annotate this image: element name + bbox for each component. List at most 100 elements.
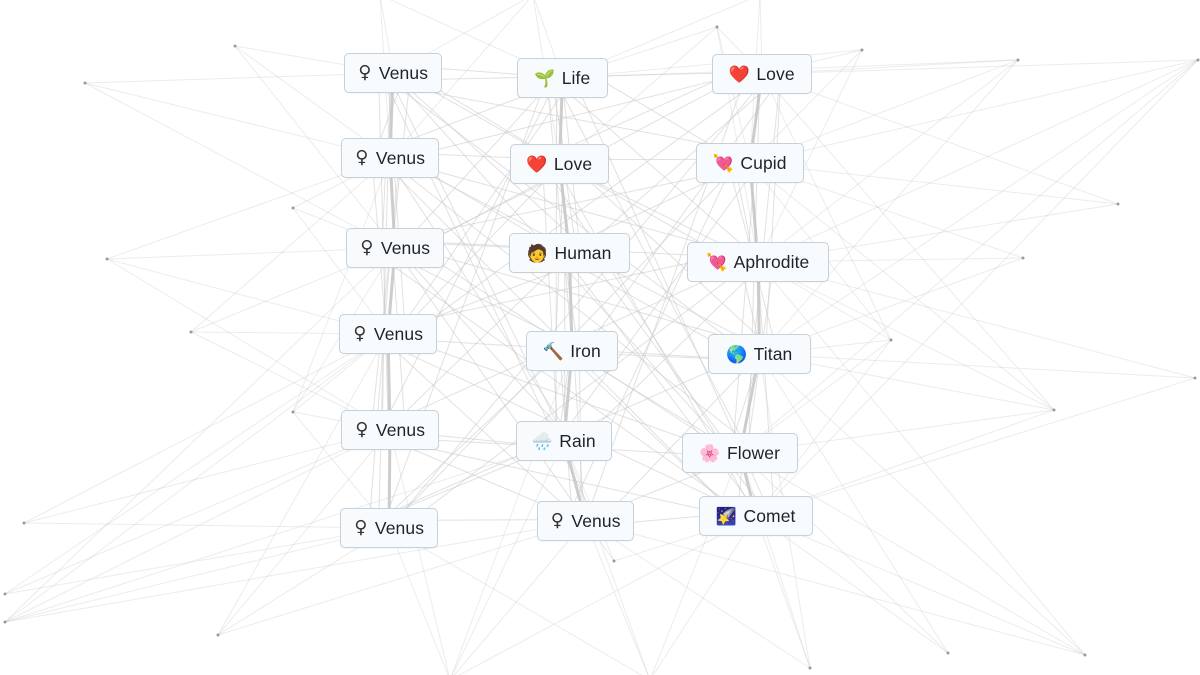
tile-label: Human <box>554 242 612 263</box>
graph-edge <box>4 333 389 595</box>
graph-edge <box>757 261 1086 656</box>
cherry-blossom-icon: 🌸 <box>699 443 721 463</box>
tile-label: Rain <box>559 430 596 451</box>
venus-symbol-icon: ♀ <box>360 237 374 258</box>
graph-node-dot <box>1083 653 1087 657</box>
tile-venus[interactable]: ♀ Venus <box>341 138 439 178</box>
graph-node-dot <box>189 330 193 334</box>
graph-node-dot <box>1116 202 1120 206</box>
tile-comet[interactable]: 🌠 Comet <box>699 496 813 536</box>
graph-node-dot <box>946 651 950 655</box>
tile-label: Comet <box>743 505 796 526</box>
graph-edge <box>755 515 811 669</box>
tile-label: Life <box>561 67 591 88</box>
tile-label: Love <box>553 153 593 174</box>
tile-label: Love <box>756 63 795 84</box>
graph-node-dot <box>105 257 109 261</box>
graph-edge <box>651 452 741 675</box>
venus-symbol-icon: ♀ <box>353 323 367 344</box>
tile-label: Venus <box>375 419 426 440</box>
graph-node-dot <box>291 410 295 414</box>
graph-edge <box>399 261 752 531</box>
graph-node-dot <box>216 633 220 637</box>
tile-label: Venus <box>374 517 425 538</box>
graph-edge <box>4 333 389 623</box>
graph-node-dot <box>3 592 7 596</box>
graph-node-dot <box>808 666 812 670</box>
person-face-icon: 🧑 <box>526 243 549 263</box>
tile-iron[interactable]: 🔨 Iron <box>526 331 618 371</box>
tile-cupid[interactable]: 💘 Cupid <box>696 143 804 183</box>
graph-node-dot <box>1052 408 1056 412</box>
venus-symbol-icon: ♀ <box>550 510 565 531</box>
tile-aphrodite[interactable]: 💘 Aphrodite <box>687 242 829 282</box>
tile-rain[interactable]: 🌧️ Rain <box>516 421 612 461</box>
tile-flower[interactable]: 🌸 Flower <box>682 433 798 473</box>
graph-edge <box>545 68 574 358</box>
graph-node-dot <box>1193 376 1197 380</box>
tile-label: Venus <box>375 147 426 168</box>
tile-venus[interactable]: ♀ Venus <box>344 53 442 93</box>
heart-with-arrow-icon: 💘 <box>712 153 735 173</box>
graph-edge <box>755 377 1196 517</box>
graph-edge <box>23 429 391 524</box>
tile-venus[interactable]: ♀ Venus <box>341 410 439 450</box>
tile-label: Titan <box>753 343 793 364</box>
tile-venus[interactable]: ♀ Venus <box>340 508 438 548</box>
graph-edge <box>4 527 390 595</box>
venus-symbol-icon: ♀ <box>354 517 368 538</box>
tile-label: Venus <box>373 323 424 344</box>
tile-label: Venus <box>571 510 621 531</box>
tile-venus[interactable]: ♀ Venus <box>339 314 437 354</box>
graph-edge <box>453 520 586 675</box>
graph-node-dot <box>860 48 864 52</box>
tile-life[interactable]: 🌱 Life <box>517 58 608 98</box>
venus-symbol-icon: ♀ <box>358 62 372 83</box>
heart-with-arrow-icon: 💘 <box>705 252 728 272</box>
graph-edge <box>585 520 1086 656</box>
graph-node-dot <box>233 44 237 48</box>
seedling-icon: 🌱 <box>534 68 556 88</box>
graph-node-dot <box>715 25 719 29</box>
graph-edge <box>555 153 767 444</box>
red-heart-icon: ❤️ <box>728 64 750 84</box>
graph-edge <box>4 429 391 623</box>
tile-love[interactable]: ❤️ Love <box>712 54 812 94</box>
graph-edge <box>23 333 389 524</box>
tile-label: Aphrodite <box>733 251 810 272</box>
graph-edge <box>755 515 1086 656</box>
globe-icon: 🌎 <box>725 344 748 364</box>
graph-edge <box>4 247 396 623</box>
tile-label: Venus <box>380 237 431 258</box>
tile-venus[interactable]: ♀ Venus <box>346 228 444 268</box>
graph-node-dot <box>83 81 87 85</box>
graph-node-dot <box>889 338 893 342</box>
graph-edge <box>584 76 783 351</box>
graph-edge <box>4 440 565 623</box>
graph-edge <box>755 59 1199 517</box>
graph-edge <box>4 527 390 623</box>
graph-edge <box>394 165 759 452</box>
graph-node-dot <box>1016 58 1020 62</box>
red-heart-icon: ❤️ <box>526 154 548 174</box>
graph-edge <box>4 429 391 595</box>
graph-edge <box>765 75 782 352</box>
tile-label: Iron <box>570 340 601 361</box>
graph-node-dot <box>22 521 26 525</box>
tile-love[interactable]: ❤️ Love <box>510 144 609 184</box>
cloud-rain-icon: 🌧️ <box>531 431 553 451</box>
tile-human[interactable]: 🧑 Human <box>509 233 630 273</box>
tile-label: Flower <box>726 442 781 463</box>
comet-icon: 🌠 <box>715 506 738 526</box>
graph-edge <box>4 520 586 623</box>
graph-edge <box>292 157 391 413</box>
graph-node-dot <box>1021 256 1025 260</box>
graph-edge <box>563 440 649 675</box>
graph-node-dot <box>291 206 295 210</box>
graph-node-dot <box>1196 58 1200 62</box>
graph-edge <box>749 59 1199 164</box>
graph-edge <box>739 452 811 669</box>
graph-node-dot <box>3 620 7 624</box>
tile-venus[interactable]: ♀ Venus <box>537 501 634 541</box>
tile-titan[interactable]: 🌎 Titan <box>708 334 811 374</box>
